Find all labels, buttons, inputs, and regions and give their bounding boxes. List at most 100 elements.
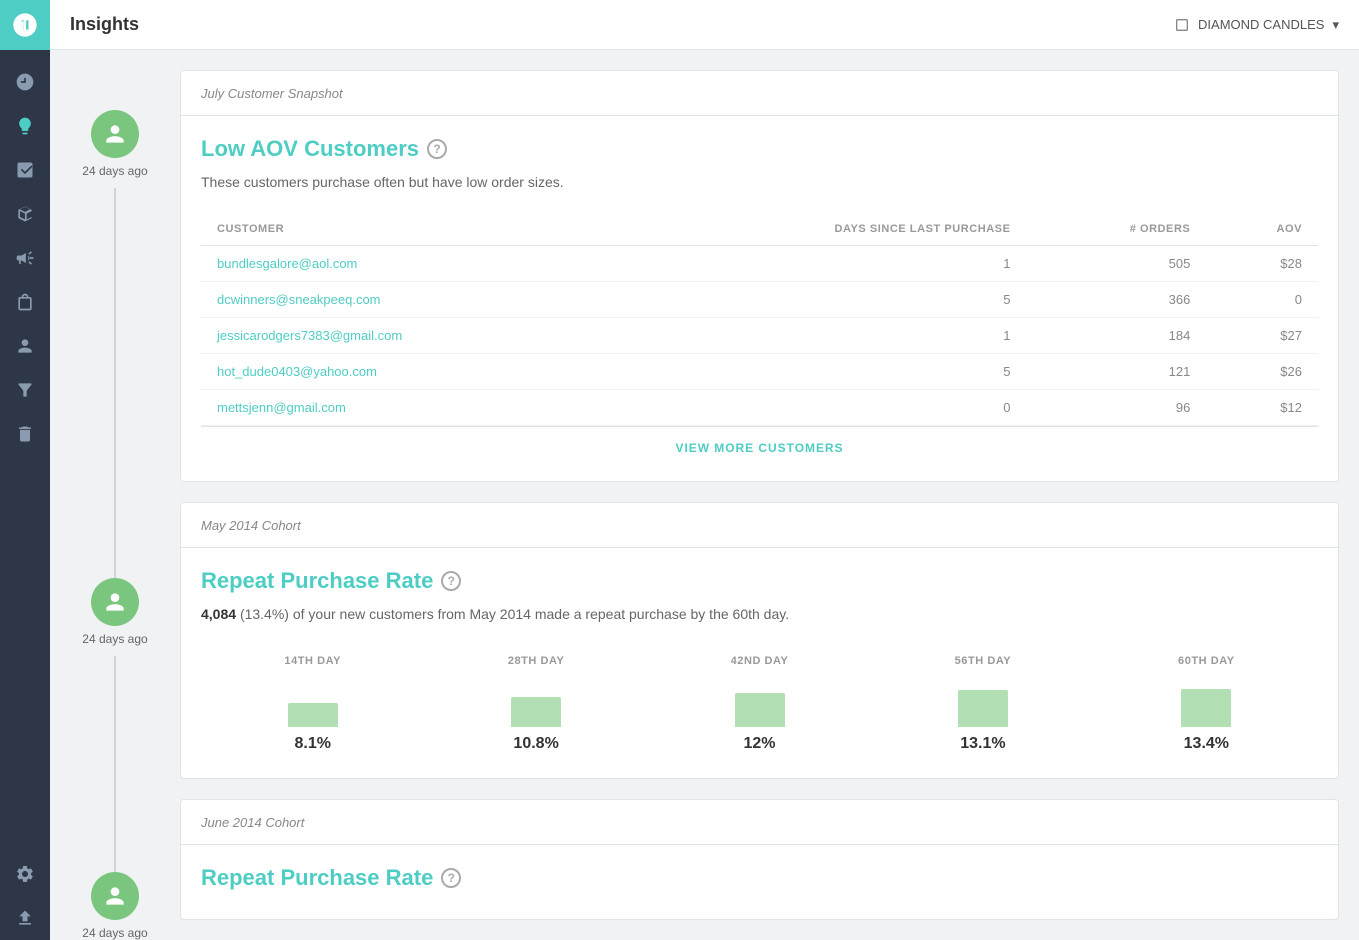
main-area: Insights DIAMOND CANDLES ▾ 24 days ago [50,0,1359,940]
card3-title: Repeat Purchase Rate ? [201,865,1318,891]
customer-email[interactable]: jessicarodgers7383@gmail.com [201,318,623,354]
clock-icon[interactable] [0,60,50,104]
bar-label: 56TH DAY [955,655,1012,667]
card1-header-label: July Customer Snapshot [201,86,343,101]
sidebar: J [0,0,50,940]
timeline-item-3: 24 days ago [82,872,147,940]
card2-body: Repeat Purchase Rate ? 4,084 (13.4%) of … [181,548,1338,779]
bar-column: 14TH DAY 8.1% [201,655,424,753]
bar-value: 10.8% [513,735,558,753]
num-orders: 96 [1026,390,1206,426]
table-row: mettsjenn@gmail.com 0 96 $12 [201,390,1318,426]
card1-title: Low AOV Customers ? [201,136,1318,162]
table-row: jessicarodgers7383@gmail.com 1 184 $27 [201,318,1318,354]
bar-fill [735,693,785,727]
days-since: 1 [623,318,1027,354]
june-cohort-card: June 2014 Cohort Repeat Purchase Rate ? [180,799,1339,920]
card3-header-label: June 2014 Cohort [201,815,304,830]
timeline-item-2: 24 days ago [82,578,147,646]
timeline-item-1: 24 days ago [82,110,147,178]
timeline-column: 24 days ago 24 days ago [50,50,180,940]
box-icon[interactable] [0,192,50,236]
card1-body: Low AOV Customers ? These customers purc… [181,116,1338,482]
page-title: Insights [70,14,139,35]
megaphone-icon[interactable] [0,236,50,280]
content-area: 24 days ago 24 days ago [50,50,1359,940]
chart-icon[interactable] [0,148,50,192]
low-aov-card: July Customer Snapshot Low AOV Customers… [180,70,1339,482]
card2-count: 4,084 [201,606,236,622]
card2-description: 4,084 (13.4%) of your new customers from… [201,604,1318,625]
bar-value: 12% [744,735,776,753]
person-icon[interactable] [0,324,50,368]
avatar-2 [91,578,139,626]
logo[interactable]: J [0,0,50,50]
cards-column: July Customer Snapshot Low AOV Customers… [180,50,1359,940]
aov-value: $12 [1206,390,1318,426]
aov-value: $26 [1206,354,1318,390]
bar-label: 28TH DAY [508,655,565,667]
card1-header: July Customer Snapshot [181,71,1338,116]
card2-header-label: May 2014 Cohort [201,518,301,533]
topbar: Insights DIAMOND CANDLES ▾ [50,0,1359,50]
card3-body: Repeat Purchase Rate ? [181,845,1338,920]
card3-help-icon[interactable]: ? [441,868,461,888]
card3-header: June 2014 Cohort [181,800,1338,845]
card1-help-icon[interactable]: ? [427,139,447,159]
bar-fill [1181,689,1231,727]
chevron-down-icon: ▾ [1332,17,1339,33]
company-switcher[interactable]: DIAMOND CANDLES ▾ [1174,17,1339,33]
customer-email[interactable]: dcwinners@sneakpeeq.com [201,282,623,318]
settings-icon[interactable] [0,852,50,896]
aov-value: $28 [1206,246,1318,282]
num-orders: 184 [1026,318,1206,354]
customer-email[interactable]: hot_dude0403@yahoo.com [201,354,623,390]
table-row: dcwinners@sneakpeeq.com 5 366 0 [201,282,1318,318]
days-since: 0 [623,390,1027,426]
days-since: 5 [623,354,1027,390]
svg-text:J: J [17,18,25,34]
bar-value: 8.1% [294,735,330,753]
col-aov: AOV [1206,213,1318,246]
customer-email[interactable]: bundlesgalore@aol.com [201,246,623,282]
card2-help-icon[interactable]: ? [441,571,461,591]
col-days: DAYS SINCE LAST PURCHASE [623,213,1027,246]
bar-value: 13.1% [960,735,1005,753]
card2-header: May 2014 Cohort [181,503,1338,548]
bar-fill [511,697,561,727]
card2-rest: of your new customers from May 2014 made… [293,606,789,622]
timeline-date-3: 24 days ago [82,926,147,940]
aov-table: CUSTOMER DAYS SINCE LAST PURCHASE # ORDE… [201,213,1318,426]
col-customer: CUSTOMER [201,213,623,246]
table-row: bundlesgalore@aol.com 1 505 $28 [201,246,1318,282]
export-icon[interactable] [0,896,50,940]
bar-chart: 14TH DAY 8.1% 28TH DAY 10.8% 42ND DAY 12… [201,645,1318,763]
customer-email[interactable]: mettsjenn@gmail.com [201,390,623,426]
bar-column: 28TH DAY 10.8% [424,655,647,753]
num-orders: 366 [1026,282,1206,318]
num-orders: 121 [1026,354,1206,390]
bulb-icon[interactable] [0,104,50,148]
card2-pct: (13.4%) [240,606,289,622]
bag-icon[interactable] [0,280,50,324]
num-orders: 505 [1026,246,1206,282]
bar-value: 13.4% [1184,735,1229,753]
repeat-purchase-card: May 2014 Cohort Repeat Purchase Rate ? 4… [180,502,1339,779]
bar-fill [958,690,1008,727]
days-since: 1 [623,246,1027,282]
days-since: 5 [623,282,1027,318]
bar-fill [288,703,338,727]
bar-column: 60TH DAY 13.4% [1095,655,1318,753]
bar-label: 60TH DAY [1178,655,1235,667]
card1-description: These customers purchase often but have … [201,172,1318,193]
view-more-button[interactable]: VIEW MORE CUSTOMERS [201,426,1318,469]
bar-label: 42ND DAY [731,655,789,667]
avatar-1 [91,110,139,158]
timeline-date-1: 24 days ago [82,164,147,178]
trash-icon[interactable] [0,412,50,456]
company-name: DIAMOND CANDLES [1198,17,1324,32]
filter-icon[interactable] [0,368,50,412]
avatar-3 [91,872,139,920]
aov-value: 0 [1206,282,1318,318]
card2-title: Repeat Purchase Rate ? [201,568,1318,594]
